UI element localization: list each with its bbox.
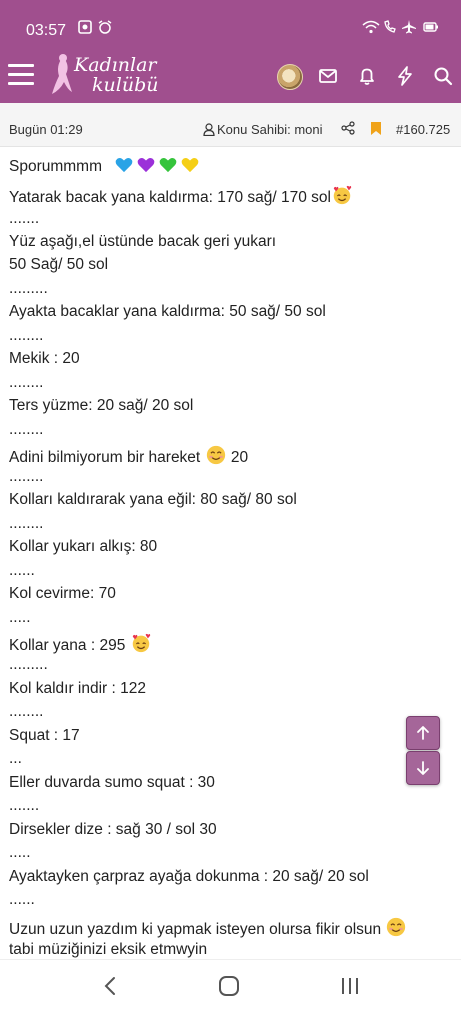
site-logo[interactable]: Kadınlar kulübü (44, 52, 164, 98)
post-line: Eller duvarda sumo squat : 30 (9, 774, 215, 791)
smiling-face-with-hearts-icon (333, 185, 352, 205)
post-line: ....... (9, 210, 40, 227)
battery-icon (423, 20, 439, 39)
post-line: Mekik : 20 (9, 350, 80, 367)
post-line: Yüz aşağı,el üstünde bacak geri yukarı (9, 233, 277, 250)
post-line: Kollar yukarı alkış: 80 (9, 538, 158, 555)
yellow-heart-icon (181, 157, 198, 173)
app-bar: Kadınlar kulübü (0, 50, 461, 103)
smiling-face-icon (387, 917, 406, 937)
post-line: Dirsekler dize : sağ 30 / sol 30 (9, 821, 217, 838)
logo-text-line1: Kadınlar (74, 54, 157, 76)
post-line: ...... (9, 891, 35, 908)
post-line: ......... (9, 656, 48, 673)
post-body: Sporummmm Yatarak bacak yana kaldırma: 1… (9, 146, 449, 959)
post-line: ........ (9, 421, 44, 438)
share-icon[interactable] (341, 121, 355, 140)
post-line: ........ (9, 327, 44, 344)
post-text: Uzun uzun yazdım ki yapmak isteyen olurs… (9, 921, 382, 938)
envelope-icon[interactable] (317, 65, 339, 87)
post-text: Adini bilmiyorum bir hareket (9, 449, 201, 466)
wifi-icon (362, 20, 380, 39)
post-line: Yatarak bacak yana kaldırma: 170 sağ/ 17… (9, 184, 353, 207)
status-time: 03:57 (26, 22, 67, 39)
post-line: tabi müziğinizi eksik etmwyin (9, 941, 208, 958)
scroll-to-top-button[interactable] (406, 716, 440, 750)
post-line: Adini bilmiyorum bir hareket 20 (9, 444, 248, 467)
arrow-down-icon (417, 761, 429, 775)
avatar[interactable] (277, 64, 303, 90)
post-text: 20 (230, 449, 249, 466)
post-number[interactable]: #160.725 (396, 122, 450, 137)
purple-heart-icon (137, 157, 154, 173)
back-icon[interactable] (102, 976, 118, 1001)
hamburger-icon[interactable] (8, 64, 34, 86)
post-line: Kollar yana : 295 (9, 632, 152, 655)
post-date[interactable]: Bugün 01:29 (9, 122, 83, 137)
post-line: ........ (9, 468, 44, 485)
green-heart-icon (159, 157, 176, 173)
post-text: Sporummmm (9, 158, 103, 175)
post-text: Yatarak bacak yana kaldırma: 170 sağ/ 17… (9, 189, 331, 206)
home-icon[interactable] (218, 976, 240, 1001)
call-icon (383, 20, 399, 39)
post-line: Kol cevirme: 70 (9, 585, 116, 602)
post-line: ...... (9, 562, 35, 579)
notification-icon (78, 20, 92, 39)
post-line: Uzun uzun yazdım ki yapmak isteyen olurs… (9, 916, 407, 939)
post-line: Squat : 17 (9, 727, 80, 744)
post-line: ........ (9, 703, 44, 720)
post-line: ....... (9, 797, 40, 814)
post-line: ........ (9, 374, 44, 391)
post-line: ........ (9, 515, 44, 532)
user-icon (203, 123, 215, 137)
logo-text-line2: kulübü (92, 74, 159, 96)
bookmark-icon[interactable] (370, 121, 382, 141)
system-navigation-bar (0, 959, 461, 1025)
post-line: ..... (9, 844, 31, 861)
arrow-up-icon (417, 726, 429, 740)
recent-apps-icon[interactable] (340, 977, 360, 1000)
bolt-icon[interactable] (394, 65, 416, 87)
post-line: 50 Sağ/ 50 sol (9, 256, 109, 273)
post-text: Kollar yana : 295 (9, 637, 126, 654)
post-line: Ters yüzme: 20 sağ/ 20 sol (9, 397, 194, 414)
post-line: Sporummmm (9, 157, 203, 176)
post-line: Kol kaldır indir : 122 (9, 680, 146, 697)
alarm-icon (97, 20, 113, 39)
smiling-face-with-hearts-icon (132, 633, 150, 653)
post-meta-bar: Bugün 01:29 Konu Sahibi: moni #160.725 (0, 103, 461, 147)
smiling-face-icon (206, 445, 225, 465)
status-bar: 03:57 (0, 0, 461, 50)
post-line: Kolları kaldırarak yana eğil: 80 sağ/ 80… (9, 491, 297, 508)
post-line: Ayakta bacaklar yana kaldırma: 50 sağ/ 5… (9, 303, 326, 320)
search-icon[interactable] (432, 65, 454, 87)
thread-owner: Konu Sahibi: moni (203, 122, 323, 137)
airplane-icon (401, 20, 417, 39)
scroll-to-bottom-button[interactable] (406, 751, 440, 785)
post-line: ..... (9, 609, 31, 626)
bell-icon[interactable] (356, 65, 378, 87)
thread-owner-label: Konu Sahibi: moni (217, 122, 323, 137)
post-line: Ayaktayken çarpraz ayağa dokunma : 20 sa… (9, 868, 369, 885)
post-line: ......... (9, 280, 48, 297)
blue-heart-icon (115, 157, 132, 173)
post-line: ... (9, 750, 22, 767)
